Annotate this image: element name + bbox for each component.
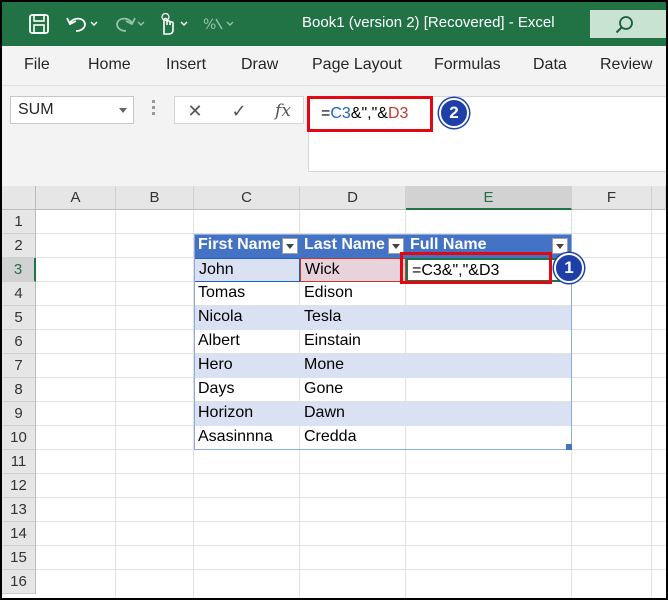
column-header-a[interactable]: A — [36, 186, 116, 210]
column-header-b[interactable]: B — [116, 186, 194, 210]
tab-insert[interactable]: Insert — [166, 56, 206, 74]
tab-page-layout[interactable]: Page Layout — [312, 56, 402, 74]
row-header-2[interactable]: 2 — [2, 234, 36, 258]
tab-home[interactable]: Home — [88, 56, 131, 74]
format-icon[interactable]: % — [198, 12, 238, 36]
row-header-6[interactable]: 6 — [2, 330, 36, 354]
row-header-13[interactable]: 13 — [2, 498, 36, 522]
table-cell-c3[interactable]: John — [194, 258, 300, 282]
row-header-14[interactable]: 14 — [2, 522, 36, 546]
table-cell-d10[interactable]: Credda — [300, 426, 406, 450]
formula-bar: SUM ✕ ✓ fx =C3&","&D3 2 — [2, 86, 666, 186]
table-cell-c4[interactable]: Tomas — [194, 282, 300, 306]
row-header-10[interactable]: 10 — [2, 426, 36, 450]
table-cell-d7[interactable]: Mone — [300, 354, 406, 378]
table-cell-c6[interactable]: Albert — [194, 330, 300, 354]
row-header-7[interactable]: 7 — [2, 354, 36, 378]
gridline — [36, 545, 666, 546]
table-cell-e6[interactable] — [406, 330, 572, 354]
row-header-16[interactable]: 16 — [2, 570, 36, 594]
search-icon — [614, 14, 636, 41]
formula-highlight-box — [307, 96, 433, 132]
gridline — [36, 497, 666, 498]
filter-button-full-name[interactable] — [552, 238, 568, 254]
table-cell-c10[interactable]: Asasinnna — [194, 426, 300, 450]
row-header-11[interactable]: 11 — [2, 450, 36, 474]
search-box[interactable] — [590, 10, 666, 41]
ribbon-tabs: File Home Insert Draw Page Layout Formul… — [2, 46, 666, 86]
table-cell-d3[interactable]: Wick — [300, 258, 406, 282]
save-icon[interactable] — [26, 12, 52, 36]
column-header-g[interactable] — [652, 186, 666, 210]
worksheet-grid[interactable]: A B C D E F 1 2 3 4 5 6 7 8 9 10 11 12 1… — [2, 186, 666, 598]
column-header-c[interactable]: C — [194, 186, 300, 210]
select-all-corner[interactable] — [2, 186, 36, 210]
cell-highlight-box — [400, 252, 552, 284]
table-cell-c5[interactable]: Nicola — [194, 306, 300, 330]
row-header-1[interactable]: 1 — [2, 210, 36, 234]
touch-mode-icon[interactable] — [154, 12, 192, 36]
svg-text:%: % — [203, 17, 216, 33]
table-cell-d5[interactable]: Tesla — [300, 306, 406, 330]
row-header-5[interactable]: 5 — [2, 306, 36, 330]
gridline — [651, 210, 652, 598]
table-cell-d4[interactable]: Edison — [300, 282, 406, 306]
row-header-12[interactable]: 12 — [2, 474, 36, 498]
chevron-down-icon — [392, 243, 400, 249]
formula-bar-grip — [152, 100, 155, 120]
table-cell-d8[interactable]: Gone — [300, 378, 406, 402]
excel-window: % Book1 (version 2) [Recovered] - Excel … — [0, 0, 668, 600]
chevron-down-icon[interactable] — [119, 108, 127, 113]
table-cell-d9[interactable]: Dawn — [300, 402, 406, 426]
table-cell-e4[interactable] — [406, 282, 572, 306]
cancel-button[interactable]: ✕ — [177, 99, 213, 123]
name-box-value: SUM — [18, 101, 54, 118]
row-header-4[interactable]: 4 — [2, 282, 36, 306]
chevron-down-icon — [556, 243, 564, 249]
window-title: Book1 (version 2) [Recovered] - Excel — [302, 14, 555, 31]
gridline — [115, 210, 116, 598]
row-header-15[interactable]: 15 — [2, 546, 36, 570]
title-bar: % Book1 (version 2) [Recovered] - Excel — [2, 2, 666, 46]
row-header-3[interactable]: 3 — [2, 258, 36, 282]
step-badge-2: 2 — [439, 98, 469, 128]
column-header-f[interactable]: F — [572, 186, 652, 210]
gridline — [36, 473, 666, 474]
enter-button[interactable]: ✓ — [221, 99, 257, 123]
table-cell-e8[interactable] — [406, 378, 572, 402]
table-cell-c7[interactable]: Hero — [194, 354, 300, 378]
table-cell-e7[interactable] — [406, 354, 572, 378]
formula-buttons: ✕ ✓ fx — [174, 96, 304, 124]
name-box[interactable]: SUM — [10, 96, 134, 124]
tab-file[interactable]: File — [24, 56, 50, 74]
tab-review[interactable]: Review — [600, 56, 652, 74]
column-header-e[interactable]: E — [406, 186, 572, 210]
tab-data[interactable]: Data — [533, 56, 567, 74]
close-icon: ✕ — [187, 100, 203, 121]
table-cell-e9[interactable] — [406, 402, 572, 426]
row-header-8[interactable]: 8 — [2, 378, 36, 402]
step-badge-1: 1 — [554, 253, 584, 283]
undo-icon[interactable] — [62, 12, 102, 36]
chevron-down-icon — [286, 243, 294, 249]
fx-icon: fx — [275, 101, 291, 121]
table-cell-d6[interactable]: Einstain — [300, 330, 406, 354]
table-cell-c8[interactable]: Days — [194, 378, 300, 402]
gridline — [36, 521, 666, 522]
row-header-9[interactable]: 9 — [2, 402, 36, 426]
table-cell-c9[interactable]: Horizon — [194, 402, 300, 426]
table-cell-e5[interactable] — [406, 306, 572, 330]
tab-formulas[interactable]: Formulas — [434, 56, 501, 74]
insert-function-button[interactable]: fx — [265, 99, 301, 123]
table-resize-handle[interactable] — [566, 444, 572, 450]
check-icon: ✓ — [231, 100, 247, 121]
gridline — [36, 569, 666, 570]
table-cell-e10[interactable] — [406, 426, 572, 450]
column-header-d[interactable]: D — [300, 186, 406, 210]
filter-button-first-name[interactable] — [282, 238, 298, 254]
tab-draw[interactable]: Draw — [241, 56, 278, 74]
redo-icon[interactable] — [108, 12, 148, 36]
